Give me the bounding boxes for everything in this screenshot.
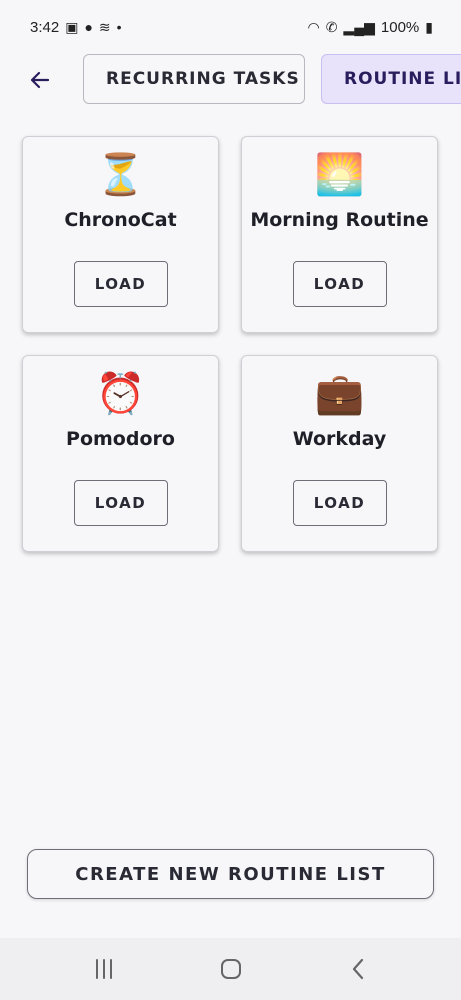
chevron-left-icon [352,958,363,980]
call-icon: ✆ [325,19,338,35]
load-button[interactable]: LOAD [73,261,168,307]
routine-card: ⏰ Pomodoro LOAD [22,355,219,552]
tab-recurring-label: RECURRING TASKS [106,69,300,89]
routine-card: 🌅 Morning Routine LOAD [241,136,438,333]
routine-card: 💼 Workday LOAD [241,355,438,552]
load-button[interactable]: LOAD [73,480,168,526]
tab-routine-label: ROUTINE LISTS [344,69,461,89]
routine-title: ChronoCat [64,209,177,231]
nav-recents-button[interactable] [79,949,129,989]
dot-icon: • [116,19,122,35]
wifi-icon: ◠ [307,19,320,35]
status-time: 3:42 [30,18,60,36]
image-icon: ▣ [65,19,79,35]
load-button[interactable]: LOAD [292,480,387,526]
hourglass-icon: ⏳ [95,152,146,198]
home-icon [220,959,241,979]
signal-icon: ▂▄▆ [343,19,375,35]
status-bar: 3:42 ▣ ● ≋ • ◠ ✆ ▂▄▆ 100% ▮ [0,0,461,54]
status-right: ◠ ✆ ▂▄▆ 100% ▮ [308,19,434,36]
top-bar: RECURRING TASKS ROUTINE LISTS [0,54,461,104]
cast-icon: ≋ [98,19,111,35]
chat-icon: ● [84,19,93,35]
status-left: 3:42 ▣ ● ≋ • [30,19,122,36]
routine-title: Morning Routine [250,209,429,231]
create-routine-list-button[interactable]: CREATE NEW ROUTINE LIST [27,849,434,899]
nav-home-button[interactable] [206,949,256,989]
routine-title: Workday [292,428,387,450]
battery-level: 100% [380,18,420,36]
briefcase-icon: 💼 [314,371,365,417]
nav-back-button[interactable] [333,949,383,989]
routine-grid: ⏳ ChronoCat LOAD 🌅 Morning Routine LOAD … [22,136,440,552]
arrow-left-icon [30,71,50,89]
tab-routine-lists[interactable]: ROUTINE LISTS [321,54,461,104]
tab-recurring-tasks[interactable]: RECURRING TASKS [83,54,305,104]
load-button[interactable]: LOAD [292,261,387,307]
back-button[interactable] [22,62,58,98]
alarm-clock-icon: ⏰ [95,371,146,417]
sunrise-icon: 🌅 [314,152,365,198]
battery-icon: ▮ [425,19,433,35]
routine-card: ⏳ ChronoCat LOAD [22,136,219,333]
system-nav-bar [0,938,461,1000]
recents-icon [95,959,112,979]
routine-title: Pomodoro [66,428,175,450]
